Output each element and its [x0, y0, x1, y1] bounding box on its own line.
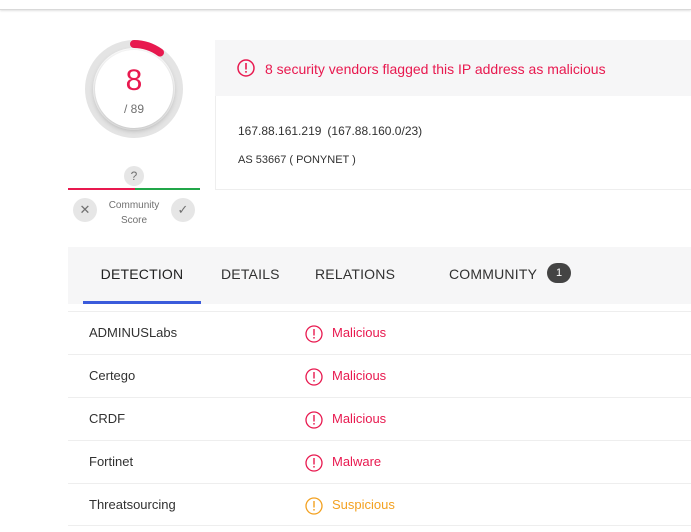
- active-tab-indicator: [83, 301, 201, 304]
- detection-score-gauge: 8 / 89: [84, 39, 184, 139]
- verdict-label: Malicious: [332, 411, 387, 426]
- ip-address-line: 167.88.161.219 (167.88.160.0/23): [238, 124, 422, 138]
- tab-label: DETAILS: [221, 266, 280, 282]
- tab-label: RELATIONS: [315, 266, 396, 282]
- table-row: Threatsourcing Suspicious: [68, 483, 691, 526]
- tab-details[interactable]: DETAILS: [221, 247, 280, 304]
- report-tabs: DETECTION DETAILS RELATIONS COMMUNITY 1: [68, 247, 691, 304]
- ip-range: (167.88.160.0/23): [327, 124, 423, 138]
- exclamation-circle-icon: [305, 497, 323, 515]
- exclamation-circle-icon: [305, 368, 323, 386]
- autonomous-system: AS 53667 ( PONYNET ): [238, 154, 356, 166]
- table-row: CRDF Malicious: [68, 397, 691, 440]
- top-bar: [0, 0, 691, 10]
- close-icon: ✕: [79, 202, 91, 217]
- exclamation-circle-icon: [305, 325, 323, 343]
- alert-message: 8 security vendors flagged this IP addre…: [265, 61, 606, 77]
- tab-community[interactable]: COMMUNITY 1: [449, 247, 572, 304]
- table-row: Certego Malicious: [68, 354, 691, 397]
- vendor-name: Fortinet: [89, 454, 134, 469]
- tab-relations[interactable]: RELATIONS: [315, 247, 395, 304]
- verdict-label: Malicious: [332, 325, 387, 340]
- tab-label: COMMUNITY: [449, 266, 538, 282]
- tab-label: DETECTION: [100, 266, 184, 282]
- verdict-label: Malware: [332, 454, 382, 469]
- vendor-name: Certego: [89, 368, 136, 383]
- tab-detection[interactable]: DETECTION: [83, 247, 201, 304]
- exclamation-circle-icon: [305, 411, 323, 429]
- community-score-value: ?: [124, 166, 144, 186]
- comment-count-badge: 1: [547, 263, 572, 284]
- verdict-label: Malicious: [332, 368, 387, 383]
- community-score-bar-negative: [68, 188, 135, 190]
- vendor-name: ADMINUSLabs: [89, 325, 178, 340]
- community-score-bar-positive: [135, 188, 200, 190]
- ip-info-panel: 167.88.161.219 (167.88.160.0/23) AS 53667…: [215, 96, 691, 190]
- exclamation-circle-icon: [237, 59, 255, 77]
- detection-count: 8: [125, 64, 143, 97]
- exclamation-circle-icon: [305, 454, 323, 472]
- score-center: 8 / 89: [95, 50, 173, 128]
- detection-results-list: ADMINUSLabs Malicious Certego Malicious …: [68, 311, 691, 526]
- engine-total: / 89: [123, 102, 144, 116]
- ip-address: 167.88.161.219: [238, 124, 322, 138]
- vote-harmful-button[interactable]: ✕: [73, 198, 97, 222]
- table-row: ADMINUSLabs Malicious: [68, 311, 691, 354]
- vendor-name: Threatsourcing: [89, 497, 176, 512]
- vote-harmless-button[interactable]: ✓: [171, 198, 195, 222]
- table-row: Fortinet Malware: [68, 440, 691, 483]
- detection-alert-banner: 8 security vendors flagged this IP addre…: [215, 40, 691, 96]
- check-icon: ✓: [177, 202, 189, 217]
- vendor-name: CRDF: [89, 411, 126, 426]
- verdict-label: Suspicious: [332, 497, 395, 512]
- community-score-label: Community Score: [108, 200, 160, 226]
